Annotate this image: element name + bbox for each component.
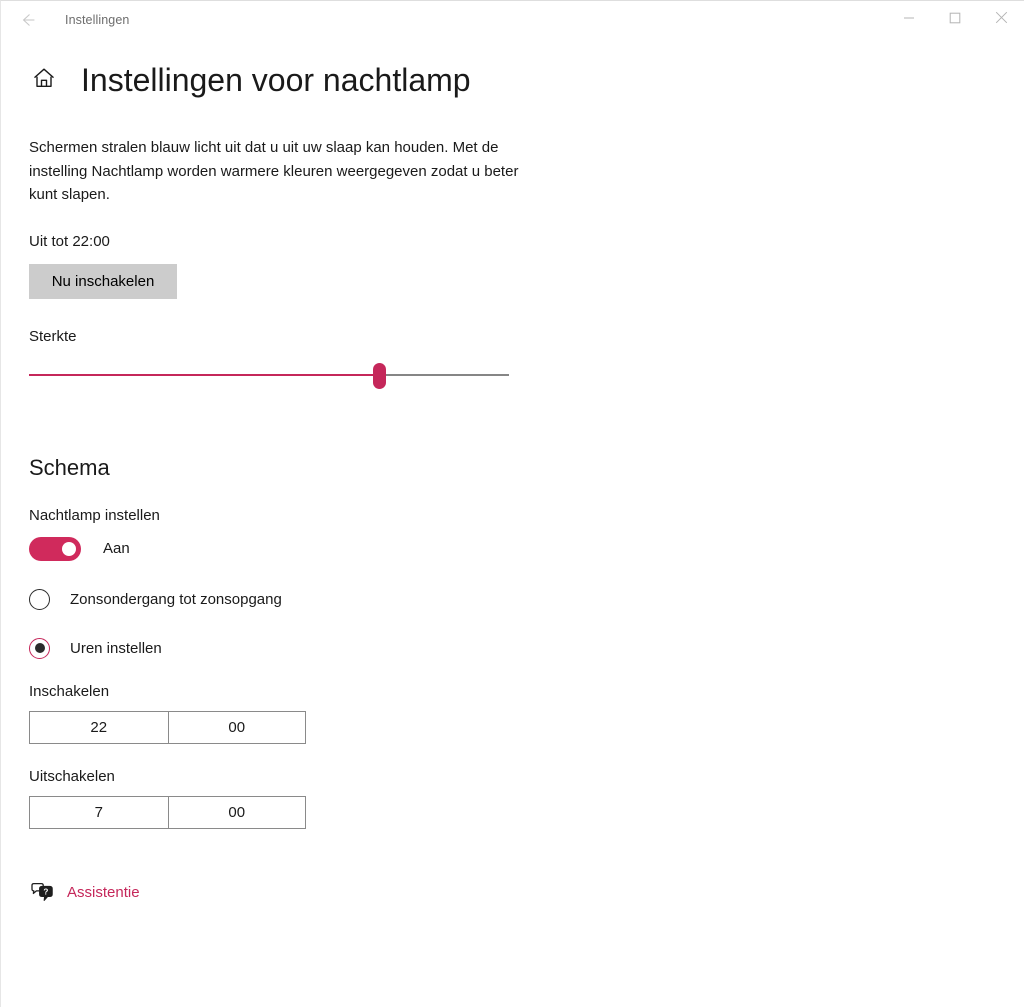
minimize-icon: [903, 12, 915, 24]
enable-now-button[interactable]: Nu inschakelen: [29, 263, 177, 299]
turn-off-time-inputs: 7 00: [29, 795, 306, 829]
page-title: Instellingen voor nachtlamp: [81, 62, 471, 98]
title-bar: Instellingen: [1, 1, 1024, 39]
minimize-button[interactable]: [886, 1, 932, 34]
help-question-bubble-icon: ?: [29, 881, 55, 905]
caption-buttons: [886, 1, 1024, 34]
home-button[interactable]: [27, 64, 61, 98]
help-link[interactable]: Assistentie: [67, 884, 140, 901]
turn-off-minutes-field[interactable]: 00: [167, 796, 306, 828]
radio-hours-label: Uren instellen: [70, 639, 162, 657]
svg-text:?: ?: [43, 887, 48, 896]
schedule-toggle-row: Aan: [29, 536, 1024, 561]
strength-slider[interactable]: [29, 358, 509, 392]
turn-on-minutes-field[interactable]: 00: [167, 711, 306, 743]
radio-unselected-icon: [29, 588, 50, 610]
turn-off-label: Uitschakelen: [29, 767, 115, 785]
maximize-icon: [949, 12, 961, 24]
night-light-schedule-toggle[interactable]: [29, 536, 81, 561]
radio-set-hours[interactable]: Uren instellen: [29, 637, 1024, 659]
back-button[interactable]: [5, 4, 51, 36]
schedule-label: Nachtlamp instellen: [29, 506, 160, 524]
turn-off-hours-field[interactable]: 7: [30, 797, 168, 828]
help-row[interactable]: ? Assistentie: [29, 881, 140, 905]
turn-on-time-inputs: 22 00: [29, 710, 306, 744]
description-text: Schermen stralen blauw licht uit dat u u…: [29, 139, 519, 204]
close-button[interactable]: [978, 1, 1024, 34]
schema-heading: Schema: [29, 454, 110, 480]
maximize-button[interactable]: [932, 1, 978, 34]
turn-on-hours-field[interactable]: 22: [30, 712, 168, 743]
close-icon: [995, 11, 1008, 24]
home-icon: [31, 65, 57, 96]
settings-window: Instellingen Instellingen voor nachtlamp…: [0, 0, 1024, 1007]
strength-label: Sterkte: [29, 327, 77, 345]
turn-on-label: Inschakelen: [29, 682, 110, 700]
slider-thumb[interactable]: [372, 362, 386, 389]
page-header: Instellingen voor nachtlamp: [1, 62, 1024, 98]
slider-track-fill: [29, 373, 380, 376]
back-arrow-icon: [18, 10, 38, 30]
main-content: Schermen stralen blauw licht uit dat u u…: [1, 136, 1024, 905]
radio-sunset-label: Zonsondergang tot zonsopgang: [70, 590, 282, 608]
radio-sunset-to-sunrise[interactable]: Zonsondergang tot zonsopgang: [29, 588, 1024, 610]
toggle-state-label: Aan: [103, 540, 130, 558]
radio-selected-icon: [29, 637, 50, 659]
toggle-knob: [62, 541, 76, 556]
app-title: Instellingen: [65, 13, 130, 27]
night-light-status: Uit tot 22:00: [29, 232, 110, 250]
